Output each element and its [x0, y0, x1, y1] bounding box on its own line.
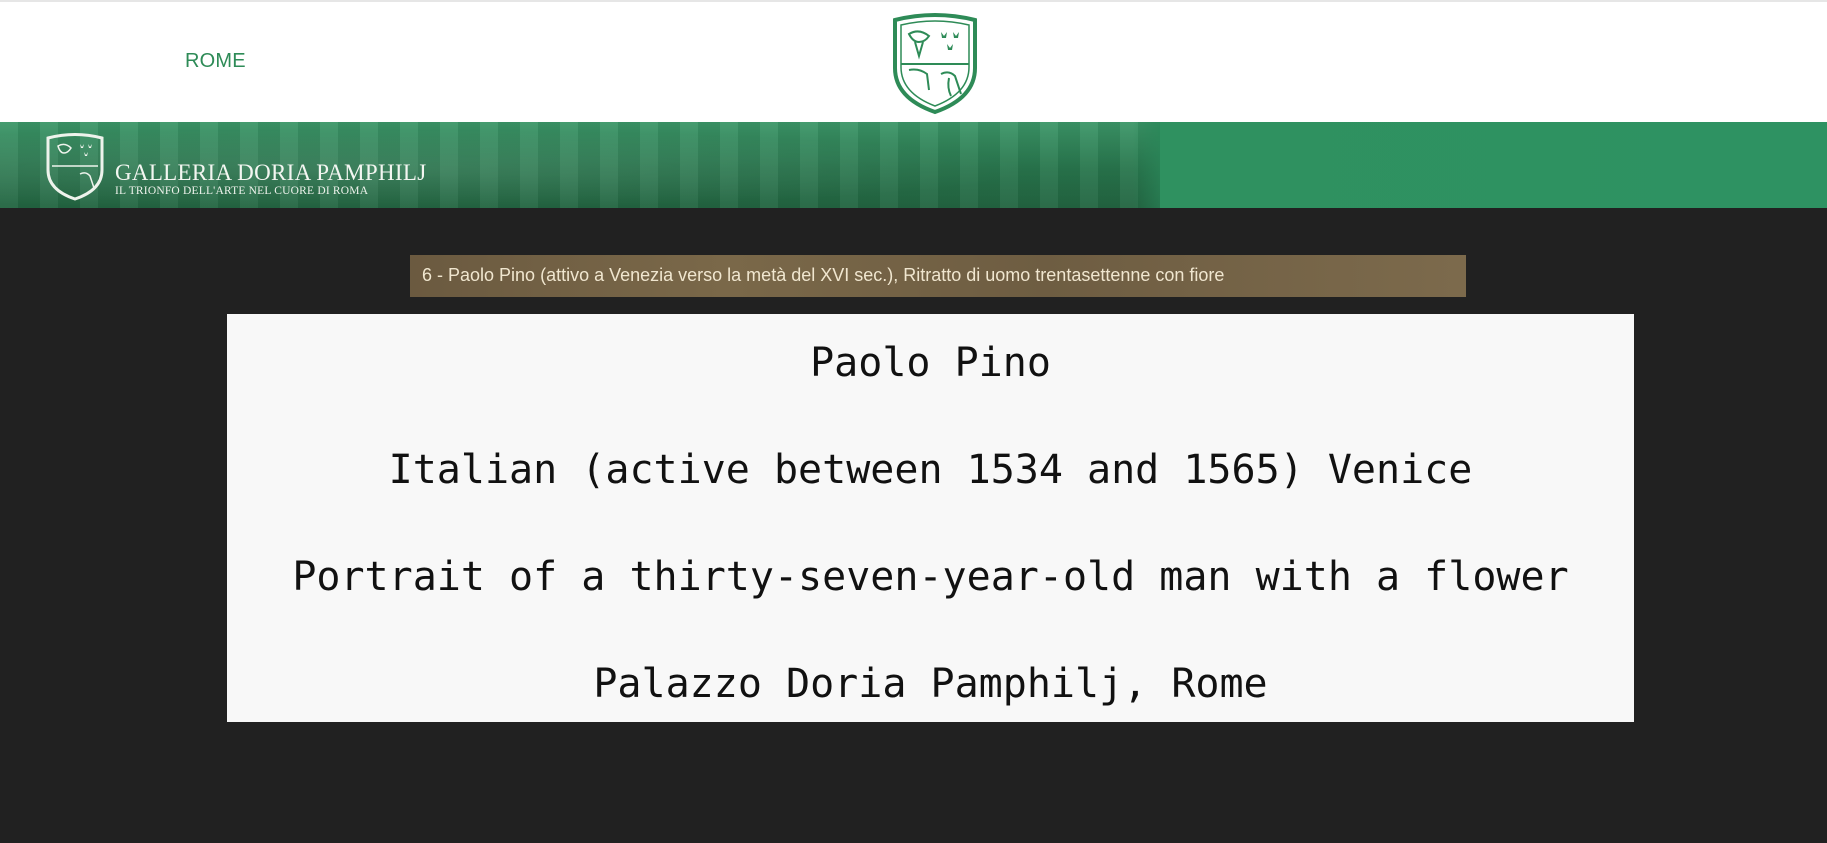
top-navigation-bar: ROME — [0, 0, 1827, 122]
crest-logo-icon[interactable] — [889, 12, 981, 116]
artist-name: Paolo Pino — [810, 340, 1051, 386]
artist-nationality: Italian (active between 1534 and 1565) V… — [388, 447, 1473, 493]
caption-text: 6 - Paolo Pino (attivo a Venezia verso l… — [422, 265, 1225, 285]
artwork-info-card: Paolo Pino Italian (active between 1534 … — [227, 314, 1634, 722]
banner-crest-icon — [46, 133, 104, 201]
gallery-title: GALLERIA DORIA PAMPHILJ — [115, 160, 427, 185]
gallery-banner: GALLERIA DORIA PAMPHILJ IL TRIONFO DELL'… — [0, 122, 1827, 208]
nav-link-rome[interactable]: ROME — [185, 50, 246, 73]
artwork-title: Portrait of a thirty-seven-year-old man … — [292, 554, 1569, 600]
museum-caption-label: 6 - Paolo Pino (attivo a Venezia verso l… — [410, 255, 1466, 297]
gallery-subtitle: IL TRIONFO DELL'ARTE NEL CUORE DI ROMA — [115, 185, 369, 197]
artwork-location: Palazzo Doria Pamphilj, Rome — [593, 661, 1268, 707]
